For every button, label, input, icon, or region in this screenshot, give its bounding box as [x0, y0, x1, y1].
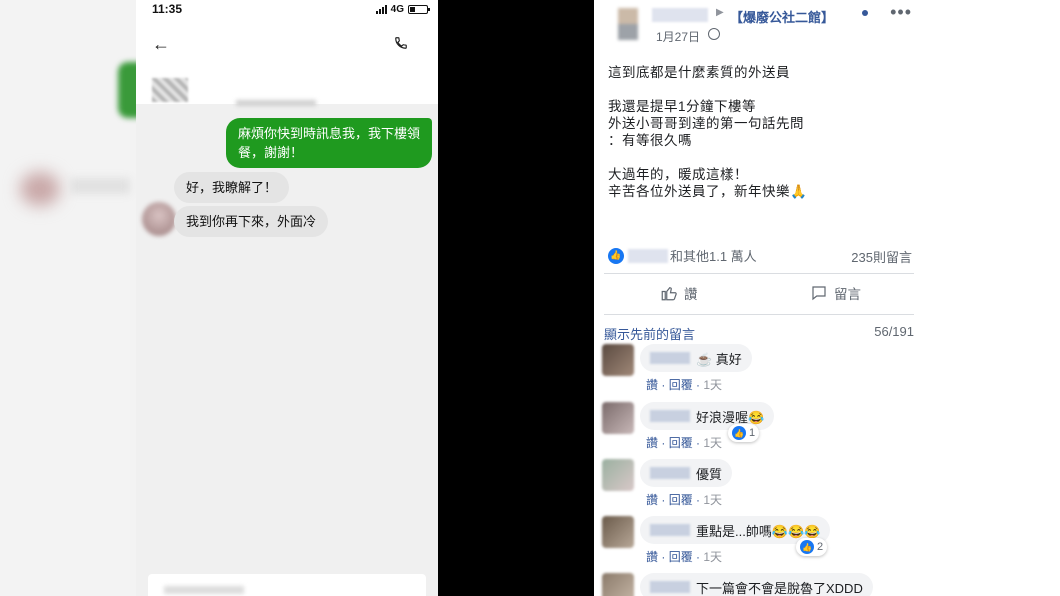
comment-time: 1天	[703, 436, 723, 450]
back-arrow-icon[interactable]: ←	[152, 34, 170, 55]
reactions-text: 和其他1.1 萬人	[670, 249, 757, 264]
comment-bubble: 下一篇會不會是脫魯了XDDD	[640, 573, 873, 596]
commenter-name-blurred[interactable]	[650, 410, 690, 422]
reaction-count: 1	[749, 427, 756, 439]
commenter-avatar[interactable]	[602, 402, 634, 434]
chat-screenshot: 11:35 4G ← 麻煩你快到時訊息我，我下樓領餐，謝謝！ 好，我瞭解了！ 我…	[136, 0, 438, 596]
sender-avatar	[142, 202, 176, 236]
like-reaction-icon: 👍	[800, 540, 814, 554]
comment-bubble: 優質	[640, 459, 733, 487]
incoming-message: 我到你再下來，外面冷	[174, 206, 329, 237]
commenter-name-blurred[interactable]	[650, 352, 690, 364]
commenter-name-blurred[interactable]	[650, 467, 690, 479]
status-icons: 4G	[375, 3, 430, 15]
commenter-avatar[interactable]	[602, 573, 634, 596]
like-reaction-icon: 👍	[732, 426, 746, 440]
blurred-system-text	[236, 100, 316, 106]
comment-like-link[interactable]: 讚	[646, 550, 658, 564]
globe-icon	[708, 28, 720, 40]
comment-reply-link[interactable]: 回覆	[669, 550, 693, 564]
comment-reply-link[interactable]: 回覆	[669, 436, 693, 450]
comment-bubble-icon	[812, 286, 826, 301]
comment-like-link[interactable]: 讚	[646, 436, 658, 450]
post-line: 大過年的，暖成這樣！	[608, 167, 748, 182]
signal-icon	[375, 4, 387, 14]
outgoing-message: 麻煩你快到時訊息我，我下樓領餐，謝謝！	[226, 118, 432, 168]
input-placeholder-blurred	[164, 586, 244, 594]
reaction-count: 2	[817, 541, 824, 553]
battery-icon	[408, 4, 430, 14]
reaction-summary[interactable]: 👍 和其他1.1 萬人	[608, 246, 757, 265]
comment-reply-link[interactable]: 回覆	[669, 493, 693, 507]
group-name-link[interactable]: 【爆廢公社二館】	[730, 7, 834, 26]
more-options-icon[interactable]: •••	[890, 2, 912, 23]
status-bar: 11:35 4G	[136, 0, 438, 18]
group-dot-icon	[862, 10, 868, 16]
blurred-avatar	[20, 172, 60, 206]
call-icon[interactable]	[394, 36, 408, 50]
commenter-avatar[interactable]	[602, 459, 634, 491]
comment-like-link[interactable]: 讚	[646, 493, 658, 507]
comment-actions: 讚 · 回覆 · 1天	[646, 550, 723, 564]
comment-label: 留言	[834, 287, 861, 302]
post-line: 辛苦各位外送員了，新年快樂🙏	[608, 184, 808, 199]
incoming-message: 好，我瞭解了！	[174, 172, 290, 203]
comment-button[interactable]: 留言	[810, 283, 924, 303]
commenter-avatar[interactable]	[602, 344, 634, 376]
blurred-background-left	[0, 0, 136, 596]
contact-avatar-blurred	[152, 78, 188, 102]
post-header: ▶ 【爆廢公社二館】 ••• 1月27日	[594, 0, 924, 56]
commenter-name-blurred[interactable]	[650, 524, 690, 536]
comment-text: 好浪漫喔😂	[696, 409, 765, 425]
show-previous-comments-link[interactable]: 顯示先前的留言	[604, 324, 695, 343]
comment-bubble: ☕ 真好	[640, 344, 752, 372]
post-body: 這到底都是什麼素質的外送員 我還是提早1分鐘下樓等 外送小哥哥到達的第一句話先問…	[608, 64, 908, 217]
like-label: 讚	[684, 287, 698, 302]
like-reaction-icon: 👍	[608, 247, 624, 264]
comment-text: 重點是...帥嗎😂😂😂	[696, 523, 821, 539]
blank-background-right	[924, 0, 1060, 596]
post-line: 這到底都是什麼素質的外送員	[608, 65, 790, 80]
commenter-avatar[interactable]	[602, 516, 634, 548]
blurred-bubble	[118, 62, 136, 118]
like-button[interactable]: 讚	[660, 283, 698, 303]
comment-actions: 讚 · 回覆 · 1天	[646, 493, 723, 507]
divider	[604, 273, 914, 274]
comment-time: 1天	[703, 550, 723, 564]
facebook-post: ▶ 【爆廢公社二館】 ••• 1月27日 這到底都是什麼素質的外送員 我還是提早…	[594, 0, 924, 596]
message-input[interactable]	[148, 574, 426, 596]
comment-reaction-count[interactable]: 👍 2	[796, 538, 828, 556]
comment-text: ☕ 真好	[696, 351, 742, 367]
post-line: 我還是提早1分鐘下樓等	[608, 99, 757, 114]
post-line: ：有等很久嗎	[608, 133, 692, 148]
commenter-name-blurred[interactable]	[650, 581, 690, 593]
post-line: 外送小哥哥到達的第一句話先問	[608, 116, 804, 131]
comment-like-link[interactable]: 讚	[646, 378, 658, 392]
reactor-names-blurred	[628, 248, 668, 263]
comment-actions: 讚 · 回覆 · 1天	[646, 436, 723, 450]
comment-text: 下一篇會不會是脫魯了XDDD	[696, 580, 863, 596]
comment-count-link[interactable]: 235則留言	[851, 247, 912, 266]
comment-reaction-count[interactable]: 👍 1	[728, 424, 760, 442]
blurred-text	[70, 178, 130, 194]
comment-time: 1天	[703, 493, 723, 507]
author-avatar[interactable]	[618, 8, 638, 40]
comment-reply-link[interactable]: 回覆	[669, 378, 693, 392]
divider	[604, 314, 914, 315]
post-date[interactable]: 1月27日	[656, 28, 700, 45]
chat-header: ←	[136, 18, 438, 104]
status-time: 11:35	[152, 2, 183, 16]
comment-time: 1天	[703, 378, 723, 392]
comment-text: 優質	[696, 466, 723, 482]
network-label: 4G	[390, 3, 404, 15]
comment-actions: 讚 · 回覆 · 1天	[646, 378, 723, 392]
comment-page-count: 56/191	[874, 324, 914, 339]
author-name-blurred[interactable]	[652, 8, 708, 22]
thumbs-up-icon	[661, 287, 677, 301]
caret-right-icon: ▶	[716, 7, 724, 18]
